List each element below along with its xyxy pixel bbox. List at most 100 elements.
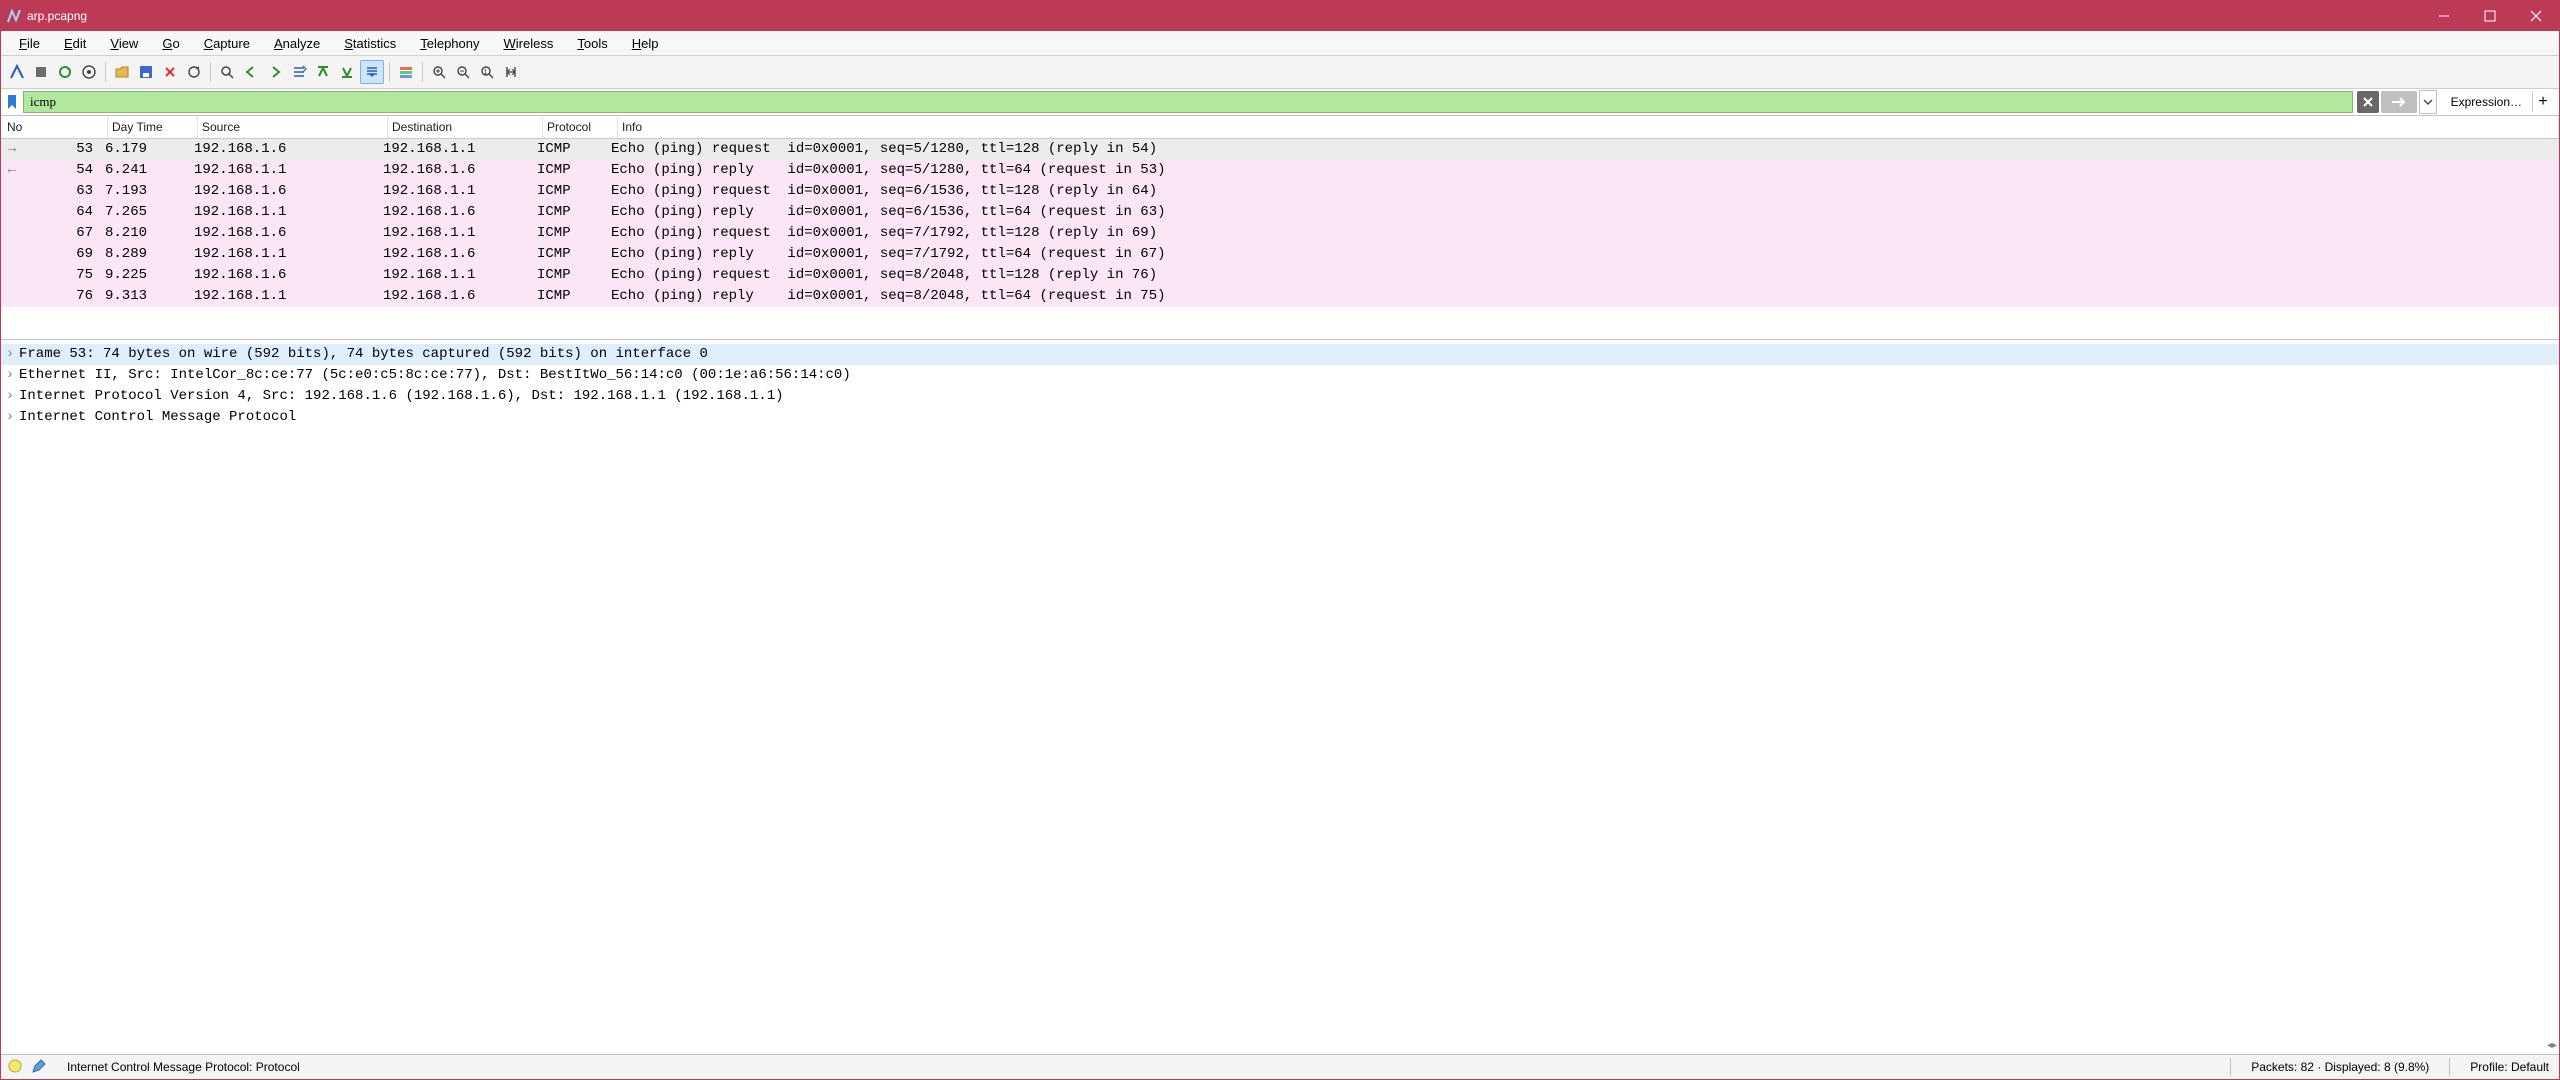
menu-capture[interactable]: Capture — [192, 34, 262, 53]
detail-row[interactable]: ›Internet Control Message Protocol — [1, 407, 2559, 428]
detail-row[interactable]: ›Internet Protocol Version 4, Src: 192.1… — [1, 386, 2559, 407]
menu-go[interactable]: Go — [150, 34, 191, 53]
clear-filter-button[interactable] — [2357, 91, 2379, 113]
cell-no: 75 — [23, 265, 101, 286]
cell-proto: ICMP — [533, 139, 607, 160]
menu-tools[interactable]: Tools — [565, 34, 619, 53]
row-marker-icon — [1, 286, 23, 307]
menu-file[interactable]: File — [7, 34, 52, 53]
zoom-out-icon[interactable] — [452, 61, 474, 83]
menu-wireless[interactable]: Wireless — [492, 34, 566, 53]
expand-caret-icon[interactable]: › — [1, 407, 19, 428]
bookmark-filter-icon[interactable] — [1, 89, 23, 115]
table-row[interactable]: 647.265192.168.1.1192.168.1.6ICMPEcho (p… — [1, 202, 2559, 223]
maximize-button[interactable] — [2467, 1, 2513, 31]
close-button[interactable] — [2513, 1, 2559, 31]
detail-text: Ethernet II, Src: IntelCor_8c:ce:77 (5c:… — [19, 365, 851, 386]
filter-history-dropdown[interactable] — [2419, 90, 2437, 114]
packet-list-header[interactable]: No Day Time Source Destination Protocol … — [1, 116, 2559, 139]
colorize-icon[interactable] — [395, 61, 417, 83]
display-filter-bar: Expression… + — [1, 89, 2559, 116]
reload-icon[interactable] — [183, 61, 205, 83]
menu-statistics[interactable]: Statistics — [332, 34, 408, 53]
table-row[interactable]: 637.193192.168.1.6192.168.1.1ICMPEcho (p… — [1, 181, 2559, 202]
col-time[interactable]: Day Time — [112, 120, 163, 134]
autoscroll-icon[interactable] — [360, 60, 384, 84]
cell-dst: 192.168.1.6 — [379, 160, 533, 181]
table-row[interactable]: 678.210192.168.1.6192.168.1.1ICMPEcho (p… — [1, 223, 2559, 244]
cell-src: 192.168.1.6 — [190, 181, 379, 202]
col-dst[interactable]: Destination — [392, 120, 452, 134]
cell-proto: ICMP — [533, 244, 607, 265]
menu-view[interactable]: View — [98, 34, 150, 53]
table-row[interactable]: 698.289192.168.1.1192.168.1.6ICMPEcho (p… — [1, 244, 2559, 265]
row-marker-icon — [1, 223, 23, 244]
cell-dst: 192.168.1.6 — [379, 202, 533, 223]
jump-packet-icon[interactable] — [288, 61, 310, 83]
save-file-icon[interactable] — [135, 61, 157, 83]
cell-no: 64 — [23, 202, 101, 223]
cell-time: 8.210 — [101, 223, 190, 244]
pane-resize-icon[interactable]: ◂▸ — [2547, 1040, 2557, 1051]
expand-caret-icon[interactable]: › — [1, 344, 19, 365]
display-filter-input[interactable] — [23, 91, 2353, 113]
close-file-icon[interactable] — [159, 61, 181, 83]
add-filter-button[interactable]: + — [2533, 93, 2559, 111]
cell-no: 76 — [23, 286, 101, 307]
minimize-button[interactable] — [2421, 1, 2467, 31]
zoom-reset-icon[interactable]: 1 — [476, 61, 498, 83]
table-row[interactable]: 769.313192.168.1.1192.168.1.6ICMPEcho (p… — [1, 286, 2559, 307]
go-first-icon[interactable] — [312, 61, 334, 83]
detail-text: Frame 53: 74 bytes on wire (592 bits), 7… — [19, 344, 708, 365]
start-capture-icon[interactable] — [6, 61, 28, 83]
menu-help[interactable]: Help — [620, 34, 671, 53]
go-back-icon[interactable] — [240, 61, 262, 83]
go-last-icon[interactable] — [336, 61, 358, 83]
detail-row[interactable]: ›Frame 53: 74 bytes on wire (592 bits), … — [1, 344, 2559, 365]
cell-src: 192.168.1.1 — [190, 160, 379, 181]
cell-dst: 192.168.1.1 — [379, 139, 533, 160]
menubar: FileEditViewGoCaptureAnalyzeStatisticsTe… — [1, 31, 2559, 56]
apply-filter-button[interactable] — [2381, 91, 2417, 113]
capture-options-icon[interactable] — [78, 61, 100, 83]
open-file-icon[interactable] — [111, 61, 133, 83]
table-row[interactable]: 759.225192.168.1.6192.168.1.1ICMPEcho (p… — [1, 265, 2559, 286]
packet-list[interactable]: →536.179192.168.1.6192.168.1.1ICMPEcho (… — [1, 139, 2559, 307]
table-row[interactable]: →536.179192.168.1.6192.168.1.1ICMPEcho (… — [1, 139, 2559, 160]
zoom-in-icon[interactable] — [428, 61, 450, 83]
stop-capture-icon[interactable] — [30, 61, 52, 83]
status-profile[interactable]: Profile: Default — [2460, 1060, 2559, 1074]
cell-time: 6.241 — [101, 160, 190, 181]
cell-info: Echo (ping) request id=0x0001, seq=6/153… — [607, 181, 2559, 202]
col-no[interactable]: No — [7, 120, 22, 134]
col-proto[interactable]: Protocol — [547, 120, 591, 134]
cell-proto: ICMP — [533, 202, 607, 223]
cell-time: 8.289 — [101, 244, 190, 265]
col-src[interactable]: Source — [202, 120, 240, 134]
cell-no: 54 — [23, 160, 101, 181]
go-forward-icon[interactable] — [264, 61, 286, 83]
statusbar: Internet Control Message Protocol: Proto… — [1, 1054, 2559, 1079]
packet-details-pane[interactable]: ›Frame 53: 74 bytes on wire (592 bits), … — [1, 339, 2559, 635]
expand-caret-icon[interactable]: › — [1, 365, 19, 386]
find-packet-icon[interactable] — [216, 61, 238, 83]
table-row[interactable]: ←546.241192.168.1.1192.168.1.6ICMPEcho (… — [1, 160, 2559, 181]
col-info[interactable]: Info — [622, 120, 642, 134]
cell-src: 192.168.1.1 — [190, 202, 379, 223]
menu-telephony[interactable]: Telephony — [408, 34, 491, 53]
status-packets: Packets: 82 · Displayed: 8 (9.8%) — [2241, 1060, 2439, 1074]
cell-info: Echo (ping) reply id=0x0001, seq=8/2048,… — [607, 286, 2559, 307]
app-icon — [7, 9, 21, 23]
cell-dst: 192.168.1.1 — [379, 181, 533, 202]
expression-button[interactable]: Expression… — [2441, 95, 2532, 109]
expand-caret-icon[interactable]: › — [1, 386, 19, 407]
cell-dst: 192.168.1.6 — [379, 244, 533, 265]
menu-edit[interactable]: Edit — [52, 34, 98, 53]
menu-analyze[interactable]: Analyze — [262, 34, 332, 53]
detail-row[interactable]: ›Ethernet II, Src: IntelCor_8c:ce:77 (5c… — [1, 365, 2559, 386]
edit-profile-icon[interactable] — [31, 1058, 47, 1077]
resize-columns-icon[interactable] — [500, 61, 522, 83]
cell-proto: ICMP — [533, 265, 607, 286]
cell-time: 7.265 — [101, 202, 190, 223]
restart-capture-icon[interactable] — [54, 61, 76, 83]
